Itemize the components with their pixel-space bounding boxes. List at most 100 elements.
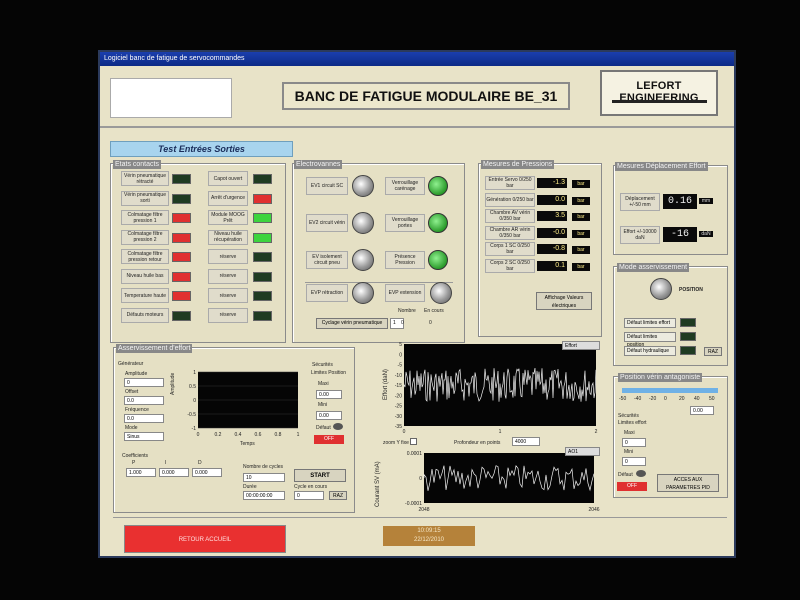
- antagoniste-slider-track[interactable]: [622, 388, 718, 393]
- ev-indicator-label: Verrouillage carénage: [385, 177, 425, 195]
- mini-input[interactable]: 0.00: [316, 411, 342, 420]
- coefficients-label: Coefficients: [122, 453, 149, 459]
- ev-label: EV isolement circuit pneu: [306, 251, 348, 269]
- etat-label-left: Vérin pneumatique sorti: [121, 190, 169, 206]
- etat-label-right: Capot ouvert: [208, 171, 248, 186]
- affichage-valeurs-button[interactable]: Affichage Valeurs électriques: [536, 292, 592, 310]
- gen-field-input[interactable]: 0.0: [124, 396, 164, 405]
- etat-label-right: Niveau huile récupération: [208, 229, 248, 245]
- etat-label-left: Colmatage filtre pression retour: [121, 249, 169, 264]
- pression-value: 0.1: [537, 260, 567, 271]
- zoom-y-fixe-checkbox[interactable]: [410, 438, 417, 445]
- page-title: BANC DE FATIGUE MODULAIRE BE_31: [282, 82, 570, 110]
- generateur-plot: 1 0.5 0 -0.5 -1 0 0.2 0.4 0.6 0.8 1: [187, 370, 299, 438]
- effort-plot-ytick: -35: [395, 424, 402, 430]
- acces-parametres-pid-button[interactable]: ACCES AUX PARAMETRES PID: [657, 474, 719, 492]
- cycles-input[interactable]: 10: [243, 473, 285, 482]
- profondeur-input[interactable]: 4000: [512, 437, 540, 446]
- pressions-title: Mesures de Pressions: [481, 160, 555, 169]
- etat-label-right: Module MOOG Prêt: [208, 210, 248, 225]
- maxi-input[interactable]: 0.00: [316, 390, 342, 399]
- gen-field-label: Amplitude: [125, 371, 148, 377]
- gen-plot-xtick: 0.8: [275, 432, 282, 438]
- ev-label: EVP rétraction: [306, 284, 348, 302]
- pression-value: -1.3: [537, 178, 567, 188]
- gen-field-input[interactable]: 0: [124, 378, 164, 387]
- tab-test-entrees-sorties[interactable]: Test Entrées Sorties: [110, 141, 293, 157]
- clock-date: 22/12/2010: [413, 537, 445, 543]
- coef-label: P: [132, 460, 136, 466]
- gen-field-input[interactable]: Sinus: [124, 432, 164, 441]
- limites-position-label: Limites Position: [311, 370, 347, 376]
- etats-contacts-title: Etats contacts: [113, 160, 161, 169]
- antag-mini-input[interactable]: 0: [622, 457, 646, 466]
- gen-field-input[interactable]: 0.0: [124, 414, 164, 423]
- ev-toggle-knob[interactable]: [352, 282, 374, 304]
- antag-maxi-input[interactable]: 0: [622, 438, 646, 447]
- evp-extension-knob[interactable]: [430, 282, 452, 304]
- deplacement-title: Mesures Déplacement Effort: [615, 162, 708, 171]
- pression-label: Entrée Servo 0/250 bar: [485, 176, 535, 190]
- deplacement-value: -16: [663, 227, 697, 242]
- antag-scale-tick: -50: [619, 396, 627, 402]
- gen-plot-ytick: -1: [192, 426, 197, 432]
- etat-led-right: [253, 213, 272, 223]
- effort-plot-ytick: 5: [399, 342, 402, 348]
- pression-unit: bar: [572, 229, 590, 238]
- mini-label: Mini: [318, 402, 328, 408]
- gen-plot-ytick: 0: [193, 398, 196, 404]
- gen-plot-ytick: 1: [193, 370, 196, 376]
- ev-indicator-label: Verrouillage portes: [385, 214, 425, 232]
- etat-led-right: [253, 291, 272, 301]
- deplacement-label: Déplacement +/-50 mm: [620, 193, 660, 211]
- pression-label: Corps 2 SC 0/250 bar: [485, 258, 535, 273]
- mode-defaut-label: Défaut limites position: [624, 332, 676, 348]
- antag-scale-tick: 50: [709, 396, 715, 402]
- en-cours-value: 0: [429, 320, 432, 326]
- antag-scale-tick: 0: [664, 396, 667, 402]
- window-titlebar: Logiciel banc de fatigue de servocommand…: [100, 52, 734, 66]
- start-button[interactable]: START: [294, 469, 346, 482]
- coef-input[interactable]: 0.000: [192, 468, 222, 477]
- electrovannes-divider: [305, 282, 453, 283]
- pression-value: -0.8: [537, 244, 567, 254]
- gen-plot-ytick: 0.5: [189, 384, 196, 390]
- gen-plot-xtick: 0.6: [255, 432, 262, 438]
- retour-accueil-button[interactable]: RETOUR ACCUEIL: [124, 525, 286, 553]
- gen-plot-xtick: 0.2: [215, 432, 222, 438]
- deplacement-value: 0.16: [663, 194, 697, 209]
- pression-label: Chambre AR vérin 0/350 bar: [485, 225, 535, 240]
- etat-label-right: Arrêt d'urgence: [208, 190, 248, 206]
- ev-toggle-knob[interactable]: [352, 249, 374, 271]
- ev-label: EV1 circuit SC: [306, 177, 348, 195]
- mode-raz-button[interactable]: RAZ: [704, 347, 722, 356]
- ev-toggle-knob[interactable]: [352, 212, 374, 234]
- effort-plot-ytick: -5: [398, 363, 403, 369]
- en-cours-label: En cours: [424, 308, 444, 314]
- courant-plot: 0.00010-0.0001 2048 2046: [405, 451, 600, 513]
- pression-label: Génération 0/250 bar: [485, 192, 535, 207]
- asservissement-raz-button[interactable]: RAZ: [329, 491, 347, 500]
- antag-limites-label: Limites effort: [618, 420, 647, 426]
- off-button[interactable]: OFF: [314, 435, 344, 444]
- header-divider: [100, 126, 734, 128]
- ev-indicator-label: Présence Pression: [385, 251, 425, 269]
- ev-label: EV2 circuit vérin: [306, 214, 348, 232]
- coef-input[interactable]: 0.000: [159, 468, 189, 477]
- antag-off-button[interactable]: OFF: [617, 482, 647, 491]
- ev-toggle-knob[interactable]: [352, 175, 374, 197]
- effort-plot-ytick: -15: [395, 383, 402, 389]
- deplacement-unit: mm: [699, 198, 713, 204]
- effort-plot-ytick: -20: [395, 393, 402, 399]
- courant-plot-ytick: 0: [419, 476, 422, 482]
- mode-selector-knob[interactable]: [650, 278, 672, 300]
- etat-label-right: réserve: [208, 307, 248, 323]
- deplacement-label: Effort +/-10000 daN: [620, 226, 660, 244]
- coef-input[interactable]: 1.000: [126, 468, 156, 477]
- etat-label-right: réserve: [208, 268, 248, 284]
- gen-field-label: Mode: [125, 425, 138, 431]
- cyclage-verin-button[interactable]: Cyclage vérin pneumatique: [316, 318, 388, 329]
- antag-defaut-label: Défaut: [618, 472, 633, 478]
- antagoniste-value[interactable]: 0.00: [690, 406, 714, 415]
- antag-defaut-led: [636, 470, 646, 477]
